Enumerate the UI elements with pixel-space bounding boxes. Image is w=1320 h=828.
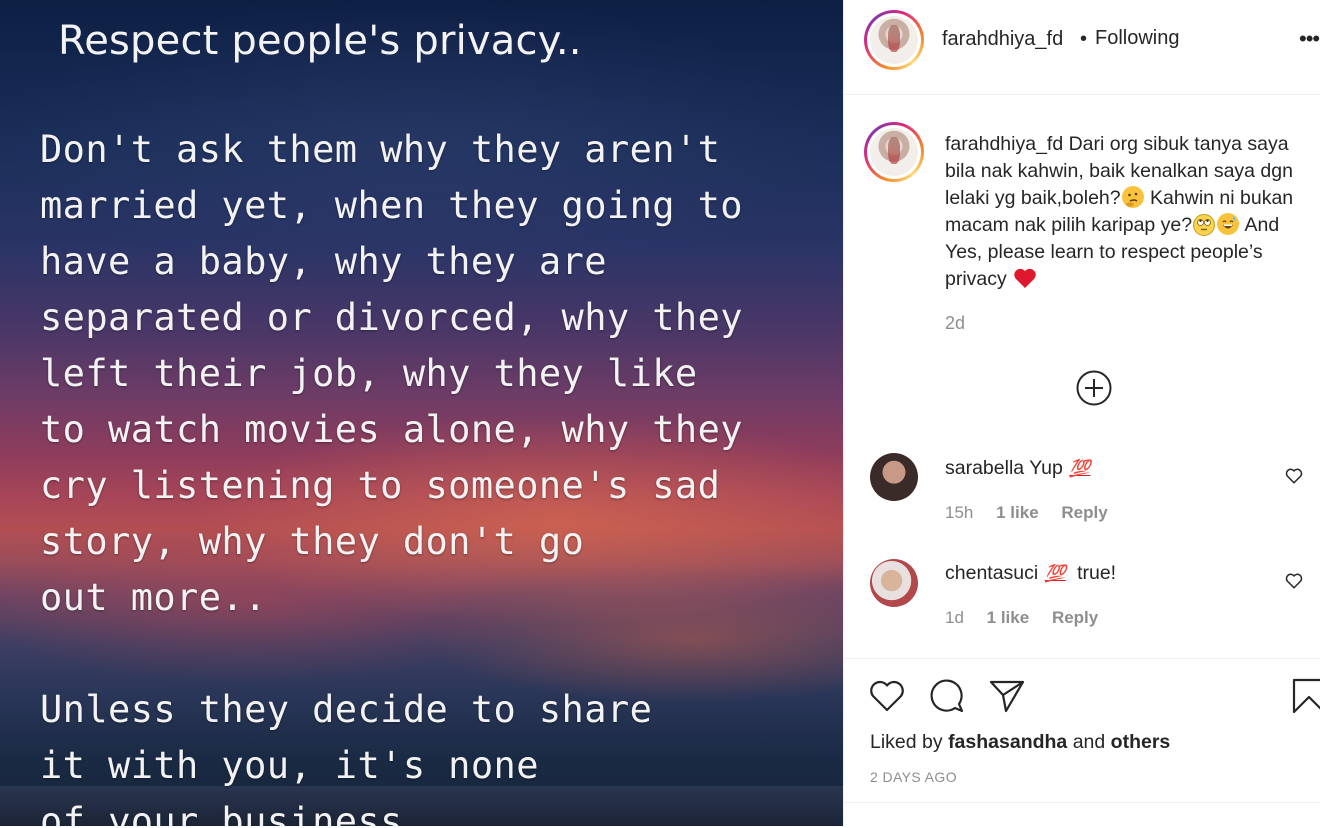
comment-time: 15h: [945, 503, 974, 522]
image-text-line: of your business....: [40, 800, 494, 826]
comment-time: 1d: [945, 608, 964, 627]
image-text-line: Don't ask them why they aren't: [40, 128, 721, 171]
like-comment-heart-icon[interactable]: [1285, 572, 1303, 590]
comment: sarabella Yup 💯: [945, 457, 1096, 480]
caption-timestamp: 2d: [945, 313, 966, 333]
image-headline: Respect people's privacy..: [58, 18, 582, 64]
add-comment-bar[interactable]: [844, 802, 1320, 828]
grinning-sweat-icon: [1217, 213, 1240, 235]
more-options-icon[interactable]: •••: [1299, 26, 1320, 52]
image-text-line: Unless they decide to share: [40, 688, 653, 731]
author-username[interactable]: farahdhiya_fd: [942, 28, 1063, 51]
liked-by-and: and: [1072, 731, 1106, 753]
post-date: 2 DAYS AGO: [870, 769, 957, 785]
comment-reply-button[interactable]: Reply: [1061, 503, 1107, 522]
image-text-line: left their job, why they like: [40, 352, 698, 395]
comment: chentasuci 💯 true!: [945, 562, 1116, 585]
comment-username[interactable]: chentasuci: [945, 562, 1038, 584]
image-text-line: it with you, it's none: [40, 744, 539, 787]
load-more-comments-icon[interactable]: [1076, 370, 1112, 406]
liked-by-others-link[interactable]: others: [1111, 731, 1171, 753]
save-bookmark-icon[interactable]: [1290, 677, 1320, 715]
image-text-line: to watch movies alone, why they: [40, 408, 743, 451]
comment-meta: 15h 1 like Reply: [945, 503, 1126, 523]
like-heart-icon[interactable]: [868, 677, 906, 715]
image-text-line: cry listening to someone's sad: [40, 464, 721, 507]
separator-dot: •: [1080, 28, 1088, 50]
image-text-line: separated or divorced, why they: [40, 296, 743, 339]
liked-by-user-link[interactable]: fashasandha: [948, 731, 1067, 753]
post-actions-section: Liked by fashasandha and others 2 DAYS A…: [844, 658, 1320, 827]
thinking-face-icon: [1121, 186, 1144, 208]
comment-text: Yup: [1029, 457, 1063, 479]
hundred-points-icon: 💯: [1069, 459, 1091, 478]
face-with-rolling-eyes-icon: [1193, 214, 1216, 236]
liked-by-text: Liked by fashasandha and others: [870, 731, 1170, 754]
post-caption: farahdhiya_fd Dari org sibuk tanya saya …: [945, 131, 1295, 293]
share-paper-plane-icon[interactable]: [988, 677, 1026, 715]
caption-author-avatar[interactable]: [864, 122, 924, 182]
post-header: farahdhiya_fd • Following •••: [844, 0, 1320, 95]
image-text-line: have a baby, why they are: [40, 240, 607, 283]
image-text-line: story, why they don't go: [40, 520, 585, 563]
post-image[interactable]: Respect people's privacy.. Don't ask the…: [0, 0, 843, 826]
commenter-avatar[interactable]: [870, 559, 918, 607]
following-button[interactable]: Following: [1095, 27, 1179, 50]
comment-reply-button[interactable]: Reply: [1052, 608, 1098, 627]
image-text-line: out more..: [40, 576, 267, 619]
caption-username[interactable]: farahdhiya_fd: [945, 133, 1063, 155]
red-heart-icon: [1013, 267, 1037, 289]
author-avatar[interactable]: [864, 10, 924, 70]
post-side-panel: farahdhiya_fd • Following ••• farahdhiya…: [843, 0, 1320, 826]
like-comment-heart-icon[interactable]: [1285, 467, 1303, 485]
image-text-line: married yet, when they going to: [40, 184, 743, 227]
comment-text: true!: [1077, 562, 1117, 584]
hundred-points-icon: 💯: [1044, 564, 1066, 583]
comment-meta: 1d 1 like Reply: [945, 608, 1116, 628]
comment-likes-link[interactable]: 1 like: [987, 608, 1030, 627]
liked-by-prefix: Liked by: [870, 731, 943, 753]
comment-username[interactable]: sarabella: [945, 457, 1024, 479]
comment-bubble-icon[interactable]: [928, 677, 966, 715]
comment-likes-link[interactable]: 1 like: [996, 503, 1039, 522]
commenter-avatar[interactable]: [870, 453, 918, 501]
